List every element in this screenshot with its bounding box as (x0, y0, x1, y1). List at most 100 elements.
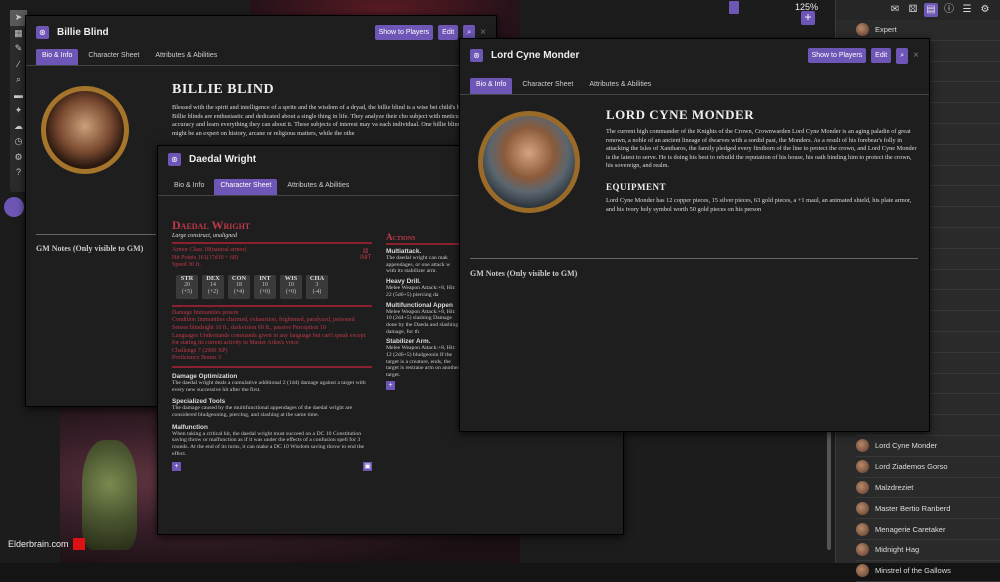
ability-dex[interactable]: DEX 14 (+2) (202, 274, 224, 299)
character-bio: Blessed with the spirit and intelligence… (172, 104, 471, 137)
character-bio: The current high commander of the Knight… (606, 128, 917, 170)
zoom-in-button[interactable]: + (801, 11, 815, 25)
tab-attributes[interactable]: Attributes & Abilities (583, 78, 657, 94)
action-name[interactable]: Multifunctional Appen (386, 302, 461, 309)
goblin-token[interactable] (82, 440, 137, 550)
ability-score: 18 (236, 281, 242, 288)
add-icon[interactable]: + (386, 380, 395, 390)
tab-attributes[interactable]: Attributes & Abilities (149, 49, 223, 65)
initiative[interactable]: ⚄ INIT (360, 248, 371, 261)
close-icon[interactable]: × (480, 27, 486, 38)
ability-score: 10 (262, 281, 268, 288)
window-header[interactable]: ⊛ Lord Cyne Monder Show to Players Edit … (460, 39, 929, 72)
dice-icon: ⚄ (363, 249, 369, 255)
edit-button[interactable]: Edit (438, 25, 459, 40)
avatar (856, 522, 869, 536)
tab-bar: Bio & Info Character Sheet Attributes & … (26, 49, 496, 66)
ability-wis[interactable]: WIS 10 (+0) (280, 274, 302, 299)
gm-notes-label: GM Notes (Only visible to GM) (470, 269, 578, 278)
action-name[interactable]: Stabilizer Arm. (386, 338, 461, 345)
chat-icon[interactable]: ✉ (888, 3, 902, 17)
avatar (41, 86, 129, 174)
ability-con[interactable]: CON 18 (+4) (228, 274, 250, 299)
ability-score: 10 (288, 281, 294, 288)
ability-score: 20 (184, 281, 190, 288)
tab-character-sheet[interactable]: Character Sheet (82, 49, 145, 65)
lord-cyne-monder-window: ⊛ Lord Cyne Monder Show to Players Edit … (459, 38, 930, 432)
divider (172, 304, 372, 307)
list-icon[interactable]: ☰ (960, 3, 974, 17)
action-name[interactable]: Heavy Drill. (386, 278, 461, 285)
divider (386, 243, 461, 245)
window-title: Billie Blind (57, 27, 109, 38)
feature-name[interactable]: Malfunction (172, 424, 372, 431)
ability-cha[interactable]: CHA 3 (-4) (306, 274, 328, 299)
show-to-players-button[interactable]: Show to Players (374, 25, 434, 40)
avatar (478, 111, 580, 213)
lock-icon[interactable]: ▣ (363, 461, 372, 471)
journal-icon[interactable]: ▤ (924, 3, 938, 17)
actions-heading: Actions (386, 232, 416, 242)
ability-name: DEX (206, 274, 220, 282)
tab-character-sheet[interactable]: Character Sheet (516, 78, 579, 94)
action-text: The daedal wright can mak appendages, or… (386, 255, 451, 275)
list-item[interactable]: Midnight Hag (856, 540, 1000, 561)
tab-character-sheet[interactable]: Character Sheet (214, 179, 278, 195)
feature-name[interactable]: Damage Optimization (172, 373, 372, 380)
avatar (856, 480, 869, 494)
list-item-label: Malzdreziet (875, 482, 914, 492)
list-item-label: Expert (875, 25, 897, 35)
list-item[interactable]: Malzdreziet (856, 478, 1000, 499)
list-item[interactable]: Menagerie Caretaker (856, 519, 1000, 540)
gm-notes-label: GM Notes (Only visible to GM) (36, 244, 144, 253)
tab-bio[interactable]: Bio & Info (168, 179, 210, 195)
action-name[interactable]: Multiattack. (386, 248, 461, 255)
avatar (856, 501, 869, 515)
list-item[interactable]: Minstrel of the Gallows (856, 561, 1000, 582)
tab-bio[interactable]: Bio & Info (470, 78, 513, 94)
add-icon[interactable]: + (172, 461, 181, 471)
ability-str[interactable]: STR 20 (+5) (176, 274, 198, 299)
close-icon[interactable]: × (913, 50, 919, 61)
equipment-text: Lord Cyne Monder has 12 copper pieces, 1… (606, 197, 912, 213)
divider (470, 258, 918, 259)
handout-icon: ⊛ (470, 49, 483, 62)
statblock-type: Large construct, unaligned (172, 233, 237, 239)
watermark: Elderbrain.com (8, 538, 85, 550)
list-item[interactable]: Lord Cyne Monder (856, 436, 1000, 457)
ability-scores: STR 20 (+5) DEX 14 (+2) CON 18 (+4) INT 10 (+0) WIS 1… (172, 272, 372, 302)
divider (36, 234, 156, 235)
page-icon[interactable] (729, 1, 739, 14)
show-to-players-button[interactable]: Show to Players (807, 48, 867, 63)
drawer-toggle[interactable] (4, 197, 24, 217)
languages: Languages Understands commands given in … (172, 332, 366, 347)
watermark-text: Elderbrain.com (8, 539, 69, 549)
tab-attributes[interactable]: Attributes & Abilities (281, 179, 355, 195)
dice-icon[interactable]: ⚄ (906, 3, 920, 17)
avatar (856, 460, 869, 474)
condition-immunities: Condition Immunities charmed, exhaustion… (172, 317, 355, 324)
search-icon[interactable]: ⌕ (896, 47, 909, 64)
edit-button[interactable]: Edit (871, 48, 892, 63)
ability-mod: (+5) (181, 288, 193, 295)
list-item-label: Minstrel of the Gallows (875, 566, 951, 576)
avatar (856, 23, 869, 37)
window-header[interactable]: ⊛ Billie Blind Show to Players Edit ⌕ × (26, 16, 496, 49)
tab-bio[interactable]: Bio & Info (36, 49, 79, 65)
hit-points: Hit Points 161(17d10 + 68) (172, 254, 239, 261)
divider (172, 365, 372, 368)
ability-int[interactable]: INT 10 (+0) (254, 274, 276, 299)
sidebar-tabs: ✉ ⚄ ▤ ⓘ ☰ ⚙ (836, 0, 1000, 20)
ability-score: 14 (210, 281, 216, 288)
info-icon[interactable]: ⓘ (942, 3, 956, 17)
list-item-label: Menagerie Caretaker (875, 524, 946, 534)
ability-name: STR (180, 274, 194, 282)
ability-name: WIS (284, 274, 298, 282)
list-item[interactable]: Lord Ziademos Gorso (856, 457, 1000, 478)
list-item-label: Lord Ziademos Gorso (875, 462, 948, 472)
list-item[interactable]: Master Bertio Ranberd (856, 498, 1000, 520)
statblock-name: Daedal Wright (172, 218, 251, 232)
equipment-heading: EQUIPMENT (606, 182, 667, 192)
settings-icon[interactable]: ⚙ (978, 3, 992, 17)
feature-text: The damage caused by the multifunctional… (172, 405, 353, 419)
